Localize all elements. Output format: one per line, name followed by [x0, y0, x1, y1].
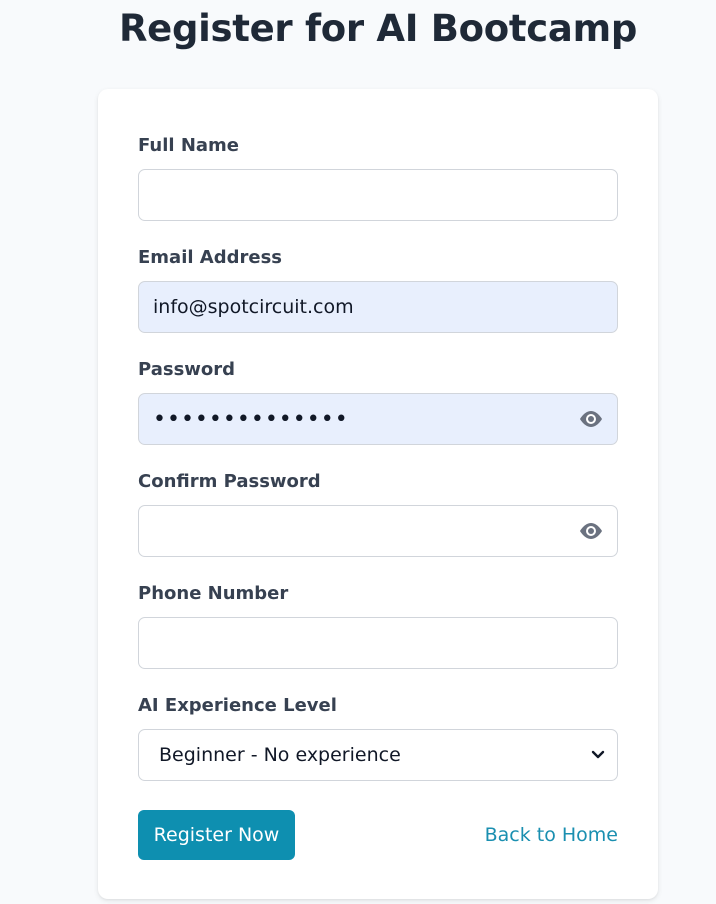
email-field[interactable] — [138, 281, 618, 333]
full-name-label: Full Name — [138, 135, 239, 156]
full-name-field[interactable] — [138, 169, 618, 221]
back-to-home-link[interactable]: Back to Home — [485, 824, 618, 846]
confirm-password-field[interactable] — [138, 505, 618, 557]
page-title: Register for AI Bootcamp — [118, 7, 638, 50]
eye-icon[interactable] — [576, 516, 606, 546]
experience-label: AI Experience Level — [138, 695, 337, 716]
password-field[interactable] — [138, 393, 618, 445]
experience-selected-value: Beginner - No experience — [159, 744, 401, 766]
chevron-down-icon — [591, 750, 605, 760]
eye-icon[interactable] — [576, 404, 606, 434]
register-button[interactable]: Register Now — [138, 810, 295, 860]
registration-card: Full Name Email Address Password Confirm… — [98, 89, 658, 899]
password-label: Password — [138, 359, 236, 380]
phone-field[interactable] — [138, 617, 618, 669]
phone-label: Phone Number — [138, 583, 289, 604]
email-label: Email Address — [138, 247, 283, 268]
confirm-password-label: Confirm Password — [138, 471, 321, 492]
experience-select[interactable]: Beginner - No experience — [138, 729, 618, 781]
